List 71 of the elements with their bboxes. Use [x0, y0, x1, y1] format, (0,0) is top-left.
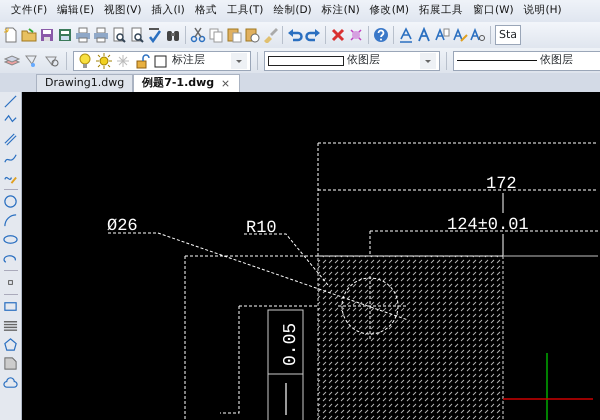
menu-item[interactable]: 修改(M) — [364, 3, 414, 19]
menu-item[interactable]: 绘制(D) — [268, 3, 317, 19]
color-swatch-icon — [153, 52, 169, 68]
text-style-dropdown[interactable]: Sta — [495, 25, 522, 45]
padlock-icon — [134, 52, 150, 68]
hole-circle — [338, 276, 408, 340]
page-preview-icon[interactable] — [129, 27, 145, 43]
printer-icon[interactable] — [93, 27, 109, 43]
hatch-icon[interactable] — [3, 318, 18, 333]
linetype-sample-icon — [457, 60, 537, 61]
color-swatch-icon — [268, 56, 344, 66]
close-icon[interactable] — [220, 78, 232, 89]
print-icon[interactable] — [75, 27, 91, 43]
cloud-icon[interactable] — [3, 375, 18, 390]
undo-icon[interactable] — [287, 27, 303, 43]
cut-icon[interactable] — [190, 27, 206, 43]
new-file-icon[interactable] — [3, 27, 19, 43]
text-pen-icon[interactable] — [452, 27, 468, 43]
ellipse-icon[interactable] — [3, 232, 18, 247]
paste-icon[interactable] — [226, 27, 242, 43]
tolerance-value: 0.05 — [281, 322, 301, 366]
snowflake-icon — [115, 52, 131, 68]
color-dropdown[interactable]: 依图层 — [264, 50, 440, 70]
menu-item[interactable]: 标注(N) — [316, 3, 365, 19]
help-icon[interactable] — [373, 27, 389, 43]
color-name: 依图层 — [347, 52, 380, 68]
text-icon[interactable] — [416, 27, 432, 43]
dimension-text: 124±0.01 — [447, 216, 529, 235]
menu-item[interactable]: 窗口(W) — [468, 3, 519, 19]
print-preview-icon[interactable] — [111, 27, 127, 43]
document-tab[interactable]: Drawing1.dwg — [36, 74, 134, 92]
redo-icon[interactable] — [305, 27, 321, 43]
ucs-axes-icon — [503, 353, 593, 420]
save-icon[interactable] — [39, 27, 55, 43]
line-icon[interactable] — [3, 94, 18, 109]
menu-item[interactable]: 工具(T) — [222, 3, 268, 19]
delete-icon[interactable] — [330, 27, 346, 43]
linetype-name: 依图层 — [540, 52, 573, 68]
polygon-icon[interactable] — [3, 337, 18, 352]
menu-item[interactable]: 拓展工具 — [414, 3, 468, 19]
text-edit-icon[interactable] — [434, 27, 450, 43]
menu-item[interactable]: 格式 — [190, 3, 222, 19]
open-folder-icon[interactable] — [21, 27, 37, 43]
region-icon[interactable] — [3, 356, 18, 371]
explode-icon[interactable] — [348, 27, 364, 43]
menu-item[interactable]: 视图(V) — [99, 3, 146, 19]
menu-item[interactable]: 编辑(E) — [52, 3, 100, 19]
layers-icon[interactable] — [4, 52, 20, 68]
lightbulb-icon — [77, 52, 93, 68]
menu-item[interactable]: 文件(F) — [6, 3, 52, 19]
text-find-icon[interactable] — [470, 27, 486, 43]
dimension-text: R10 — [246, 219, 277, 238]
multiline-icon[interactable] — [3, 132, 18, 147]
document-tab[interactable]: 例题7-1.dwg — [133, 74, 240, 92]
text-style-icon[interactable] — [398, 27, 414, 43]
linetype-dropdown[interactable]: 依图层 — [453, 50, 600, 70]
layer-name: 标注层 — [172, 52, 205, 68]
copy-icon[interactable] — [208, 27, 224, 43]
menu-item[interactable]: 插入(I) — [146, 3, 190, 19]
circle-icon[interactable] — [3, 194, 18, 209]
dimension-text: Ø26 — [107, 217, 138, 236]
spell-check-icon[interactable] — [147, 27, 163, 43]
rectangle-icon[interactable] — [3, 299, 18, 314]
arc-icon[interactable] — [3, 213, 18, 228]
layer-dropdown[interactable]: 标注层 — [73, 50, 251, 70]
floppy-icon[interactable] — [57, 27, 73, 43]
dimension-text: 172 — [486, 175, 517, 194]
menu-item[interactable]: 说明(H) — [518, 3, 567, 19]
dimension-line — [502, 192, 504, 256]
paste-special-icon[interactable] — [244, 27, 260, 43]
sun-icon — [96, 52, 112, 68]
